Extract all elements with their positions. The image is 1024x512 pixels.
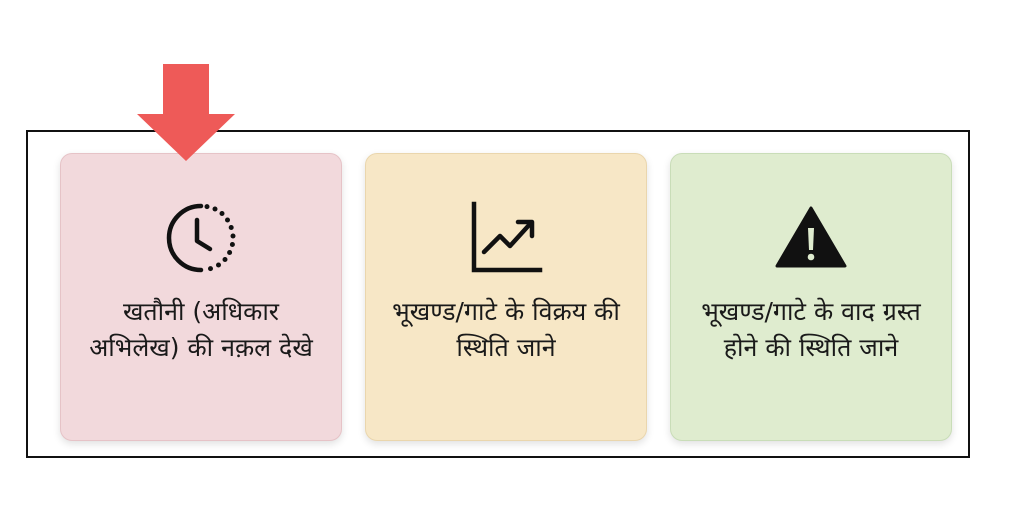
card-sale-status[interactable]: भूखण्ड/गाटे के विक्रय की स्थिति जाने — [365, 153, 647, 441]
card-label: भूखण्ड/गाटे के वाद ग्रस्त होने की स्थिति… — [701, 297, 921, 362]
clock-history-icon — [61, 200, 341, 276]
card-label: भूखण्ड/गाटे के विक्रय की स्थिति जाने — [392, 297, 620, 362]
card-dispute-status[interactable]: भूखण्ड/गाटे के वाद ग्रस्त होने की स्थिति… — [670, 153, 952, 441]
warning-triangle-icon — [671, 200, 951, 276]
card-khatauni-copy[interactable]: खतौनी (अधिकार अभिलेख) की नक़ल देखे — [60, 153, 342, 441]
down-arrow-indicator-icon — [136, 64, 236, 166]
trending-up-chart-icon — [366, 200, 646, 276]
card-label: खतौनी (अधिकार अभिलेख) की नक़ल देखे — [89, 297, 313, 362]
